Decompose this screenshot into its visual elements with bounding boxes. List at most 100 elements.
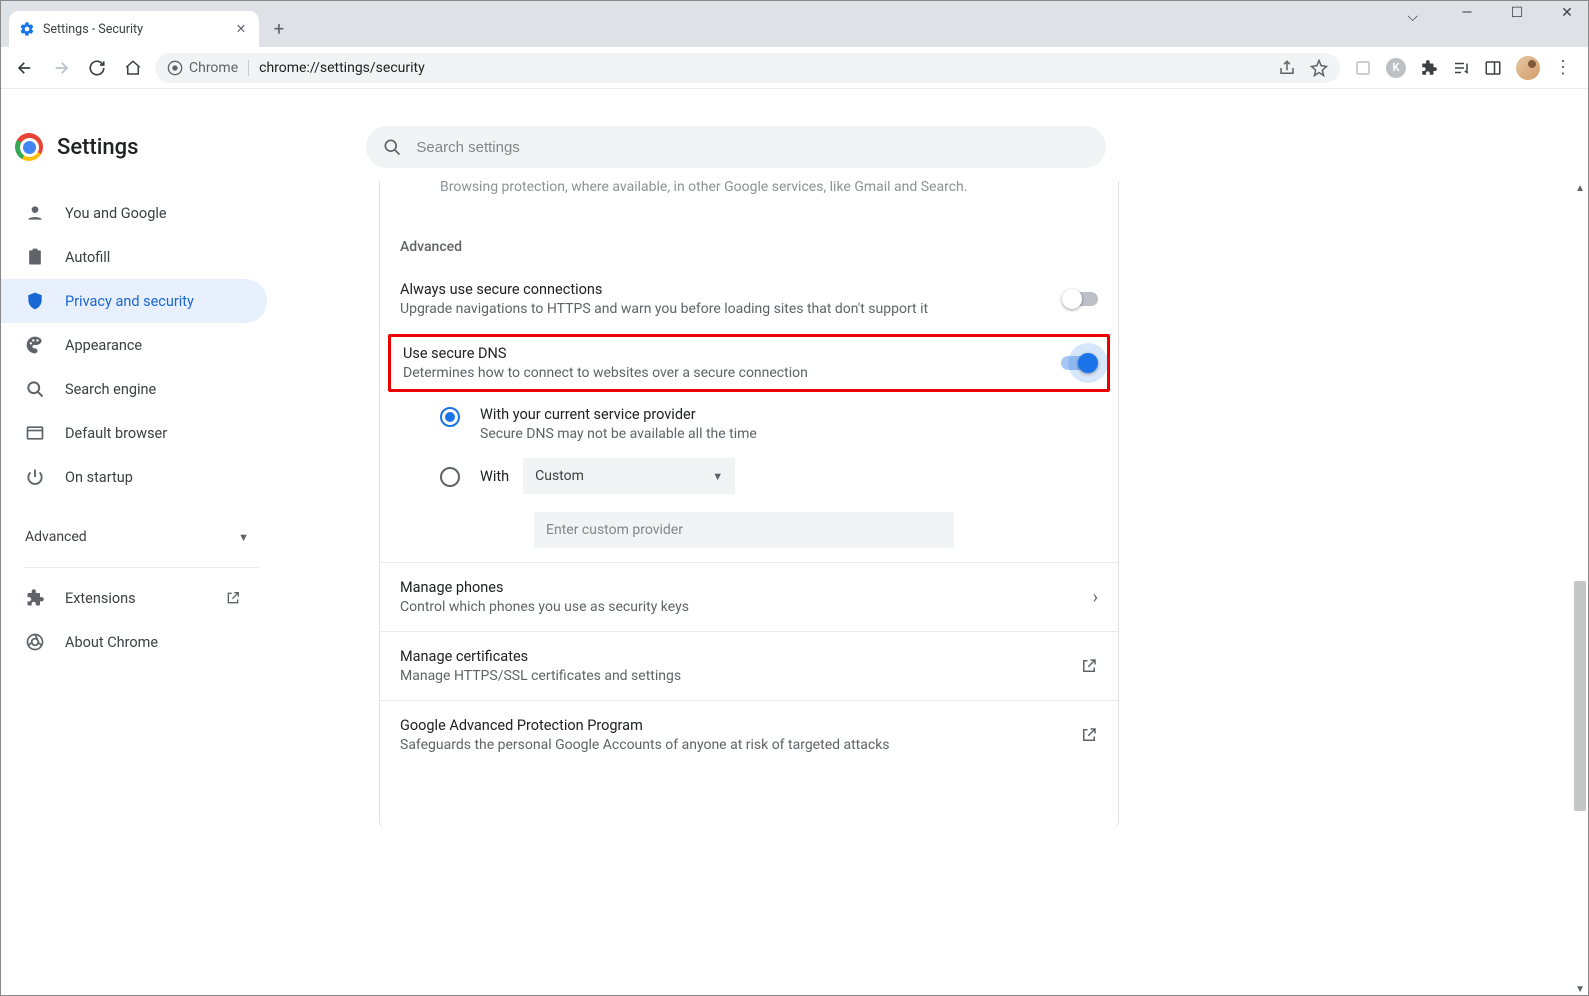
sidebar-item-on-startup[interactable]: On startup [1,455,267,499]
sidebar-item-label: Extensions [65,590,136,607]
maximize-icon[interactable]: ☐ [1502,5,1532,21]
avatar-icon[interactable] [1516,56,1540,80]
sidebar-item-extensions[interactable]: Extensions [1,576,267,620]
tab-search-icon[interactable]: ⌵ [1407,9,1418,25]
home-button[interactable] [119,54,147,82]
open-external-icon [1080,657,1098,675]
window-controls: — ☐ ✕ [1452,5,1582,21]
sidebar-item-privacy-security[interactable]: Privacy and security [1,279,267,323]
open-external-icon [225,590,241,606]
scroll-up-icon[interactable]: ▲ [1575,183,1585,194]
truncated-prev-text: Browsing protection, where available, in… [380,181,1118,219]
close-window-icon[interactable]: ✕ [1552,5,1582,21]
provider-select[interactable]: Custom ▼ [523,458,735,494]
sidebar-item-search-engine[interactable]: Search engine [1,367,267,411]
chevron-down-icon: ▼ [712,470,723,483]
settings-main: Browsing protection, where available, in… [279,181,1588,995]
row-title: Manage phones [400,579,1081,596]
settings-search[interactable] [366,126,1106,168]
forward-button[interactable] [47,54,75,82]
toggle-always-secure[interactable] [1064,292,1098,306]
search-icon [382,137,402,157]
sidebar-item-label: On startup [65,469,133,486]
browser-tab-active[interactable]: Settings - Security ✕ [9,11,259,47]
row-always-secure-connections: Always use secure connections Upgrade na… [380,269,1118,329]
settings-header: Settings [1,113,1588,181]
row-subtitle: Manage HTTPS/SSL certificates and settin… [400,668,1068,684]
sidebar-item-label: You and Google [65,205,167,222]
reading-list-icon[interactable] [1452,59,1470,77]
palette-icon [25,335,45,355]
radio-with-custom[interactable]: With Custom ▼ [440,450,1098,502]
toggle-secure-dns[interactable] [1061,356,1095,370]
sidebar-item-default-browser[interactable]: Default browser [1,411,267,455]
window-icon [25,423,45,443]
row-title: Google Advanced Protection Program [400,717,1068,734]
radio-label: With your current service provider [480,406,757,423]
row-subtitle: Determines how to connect to websites ov… [403,365,1049,381]
search-input[interactable] [416,139,1090,156]
kebab-menu-icon[interactable]: ⋮ [1554,57,1572,78]
back-button[interactable] [11,54,39,82]
power-icon [25,467,45,487]
site-info-icon[interactable] [167,60,183,76]
radio-icon[interactable] [440,407,460,427]
row-manage-phones[interactable]: Manage phones Control which phones you u… [380,562,1118,631]
sidebar-item-label: About Chrome [65,634,158,651]
row-advanced-protection[interactable]: Google Advanced Protection Program Safeg… [380,700,1118,769]
extension-slot-icon[interactable] [1354,59,1372,77]
sidebar-advanced-label: Advanced [25,529,87,545]
row-title: Always use secure connections [400,281,1052,298]
sidebar-item-label: Default browser [65,425,167,442]
address-bar[interactable]: Chrome chrome://settings/security [155,53,1340,83]
new-tab-button[interactable]: + [265,15,293,43]
sidebar-item-you-and-google[interactable]: You and Google [1,191,267,235]
reload-button[interactable] [83,54,111,82]
row-title: Manage certificates [400,648,1068,665]
bookmark-icon[interactable] [1310,59,1328,77]
divider [25,567,259,568]
close-tab-icon[interactable]: ✕ [233,21,249,37]
side-panel-icon[interactable] [1484,59,1502,77]
share-icon[interactable] [1278,59,1296,77]
clipboard-icon [25,247,45,267]
scroll-down-icon[interactable]: ▼ [1575,984,1585,995]
browser-titlebar: Settings - Security ✕ + ⌵ — ☐ ✕ [1,1,1588,47]
extensions-icon[interactable] [1420,59,1438,77]
chrome-about-icon [25,632,45,652]
sidebar-item-label: Appearance [65,337,142,354]
custom-provider-input[interactable]: Enter custom provider [534,512,954,548]
gear-icon [19,21,35,37]
person-icon [25,203,45,223]
radio-with-label: With [480,468,509,485]
advanced-section-heading: Advanced [380,221,1118,269]
sidebar-item-autofill[interactable]: Autofill [1,235,267,279]
row-title: Use secure DNS [403,345,1049,362]
chevron-right-icon: › [1093,587,1098,608]
search-icon [25,379,45,399]
sidebar: You and Google Autofill Privacy and secu… [1,181,279,995]
profile-k-icon[interactable]: K [1386,58,1406,78]
site-chip-text: Chrome [189,60,238,76]
input-placeholder: Enter custom provider [546,522,683,538]
open-external-icon [1080,726,1098,744]
radio-subtitle: Secure DNS may not be available all the … [480,426,757,442]
sidebar-item-label: Privacy and security [65,293,194,310]
highlight-annotation: Use secure DNS Determines how to connect… [388,334,1110,392]
sidebar-item-label: Autofill [65,249,110,266]
radio-current-provider[interactable]: With your current service provider Secur… [440,398,1098,450]
row-subtitle: Safeguards the personal Google Accounts … [400,737,1068,753]
sidebar-advanced-toggle[interactable]: Advanced ▼ [1,515,279,559]
sidebar-item-about-chrome[interactable]: About Chrome [1,620,267,664]
row-subtitle: Control which phones you use as security… [400,599,1081,615]
tab-title: Settings - Security [43,22,143,37]
row-manage-certificates[interactable]: Manage certificates Manage HTTPS/SSL cer… [380,631,1118,700]
puzzle-icon [25,588,45,608]
minimize-icon[interactable]: — [1452,5,1482,21]
chrome-logo-icon [15,133,43,161]
scrollbar[interactable]: ▲ ▼ [1572,181,1588,995]
sidebar-item-appearance[interactable]: Appearance [1,323,267,367]
row-subtitle: Upgrade navigations to HTTPS and warn yo… [400,301,1052,317]
radio-icon[interactable] [440,467,460,487]
scroll-thumb[interactable] [1574,581,1586,811]
